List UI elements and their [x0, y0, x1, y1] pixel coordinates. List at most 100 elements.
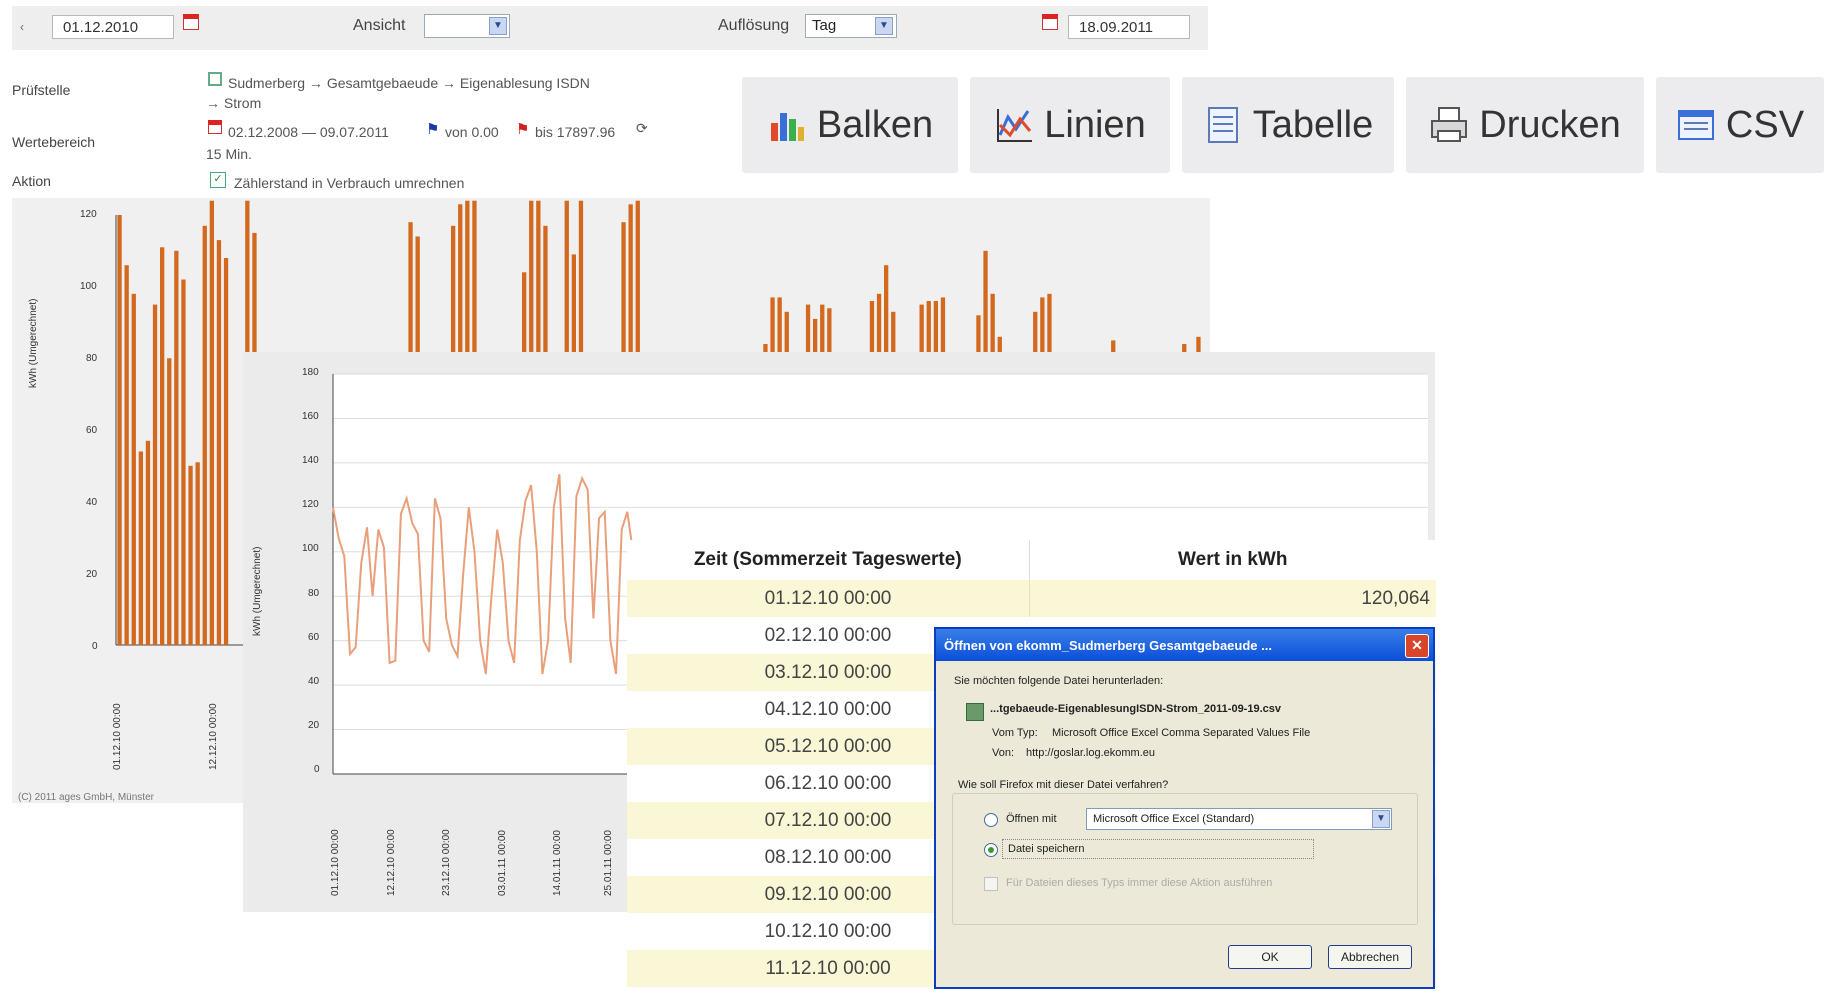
- end-date-field[interactable]: 18.09.2011: [1068, 15, 1190, 39]
- bar: [152, 304, 158, 645]
- line-ytick: 0: [314, 764, 320, 775]
- bar: [209, 200, 214, 645]
- line-ytick: 80: [308, 588, 320, 599]
- flag-icon: ⚑: [516, 121, 530, 138]
- balken-label: Balken: [816, 103, 934, 146]
- chevron-down-icon[interactable]: ▼: [1372, 810, 1390, 828]
- line-xtick: 01.12.10 00:00: [330, 829, 341, 896]
- dialog-filename: ...tgebaeude-EigenablesungISDN-Strom_201…: [990, 703, 1281, 715]
- resolution-select-value: Tag: [812, 17, 837, 34]
- line-chart-ylabel: kWh (Umgerechnet): [252, 546, 263, 636]
- drucken-button[interactable]: Drucken: [1406, 77, 1644, 173]
- drucken-label: Drucken: [1479, 103, 1621, 146]
- bar: [216, 240, 222, 645]
- dialog-from-value: http://goslar.log.ekomm.eu: [1026, 747, 1156, 759]
- balken-button[interactable]: Balken: [742, 77, 958, 173]
- line-ytick: 60: [308, 632, 320, 643]
- bar: [145, 440, 151, 646]
- table-row: 01.12.10 00:00 120,064: [627, 580, 1436, 617]
- checkbox-icon[interactable]: ✓: [210, 172, 226, 188]
- dialog-question: Wie soll Firefox mit dieser Datei verfah…: [958, 779, 1169, 791]
- dialog-titlebar: Öffnen von ekomm_Sudmerberg Gesamtgebaeu…: [936, 629, 1433, 661]
- cell-value: 120,064: [1361, 588, 1430, 609]
- calendar-icon[interactable]: [1042, 14, 1058, 30]
- chevron-down-icon[interactable]: ▼: [875, 17, 893, 35]
- flag-icon: ⚑: [426, 121, 440, 138]
- line-ytick: 140: [302, 455, 319, 466]
- bar-ytick: 20: [86, 569, 98, 580]
- line-xtick: 23.12.10 00:00: [441, 829, 452, 896]
- bar: [138, 451, 143, 645]
- csv-button[interactable]: CSV: [1656, 77, 1824, 173]
- col-header-value: Wert in kWh: [1178, 549, 1288, 570]
- line-xtick: 14.01.11 00:00: [552, 830, 563, 896]
- bar-chart-icon: [770, 113, 804, 141]
- aktion-text: Zählerstand in Verbrauch umrechnen: [234, 175, 465, 191]
- bar-ytick: 60: [86, 425, 98, 436]
- dialog-type-label: Vom Typ:: [992, 727, 1038, 739]
- csv-label: CSV: [1725, 103, 1805, 146]
- table-header: Zeit (Sommerzeit Tageswerte) Wert in kWh: [627, 540, 1436, 580]
- linien-label: Linien: [1044, 103, 1146, 146]
- line-xtick: 25.01.11 00:00: [603, 830, 614, 896]
- open-with-radio[interactable]: [984, 813, 998, 827]
- line-xtick: 12.12.10 00:00: [386, 829, 397, 896]
- open-with-select[interactable]: Microsoft Office Excel (Standard) ▼: [1086, 808, 1392, 830]
- close-icon[interactable]: ✕: [1405, 634, 1429, 658]
- line-ytick: 20: [308, 720, 320, 731]
- bar: [160, 247, 165, 646]
- bar-ytick: 120: [80, 209, 97, 220]
- werte-bis: bis 17897.96: [535, 124, 616, 140]
- open-with-select-value: Microsoft Office Excel (Standard): [1093, 813, 1255, 825]
- ok-button[interactable]: OK: [1228, 945, 1312, 969]
- save-file-label: Datei speichern: [1008, 843, 1085, 855]
- cell-time: 01.12.10 00:00: [627, 580, 1030, 617]
- bar: [124, 265, 129, 645]
- line-ytick: 120: [302, 499, 319, 510]
- always-label: Für Dateien dieses Typs immer diese Akti…: [1006, 877, 1273, 889]
- resolution-label: Auflösung: [718, 17, 790, 34]
- radio-dot: [988, 847, 994, 853]
- line-ytick: 180: [302, 367, 319, 378]
- bar-ytick: 40: [86, 497, 98, 508]
- bar: [131, 293, 136, 645]
- werte-von: von 0.00: [445, 124, 499, 140]
- bar: [117, 215, 122, 645]
- line-xtick: 03.01.11 00:00: [497, 830, 508, 896]
- open-with-label: Öffnen mit: [1006, 813, 1057, 825]
- save-file-icon: [966, 703, 984, 721]
- bar: [167, 358, 172, 645]
- bar: [202, 225, 207, 646]
- bar: [174, 250, 179, 646]
- cancel-button[interactable]: Abbrechen: [1328, 945, 1412, 969]
- save-file-radio[interactable]: [984, 843, 998, 857]
- always-checkbox[interactable]: [984, 877, 998, 891]
- calendar-icon[interactable]: [183, 14, 199, 30]
- linien-button[interactable]: Linien: [970, 77, 1170, 173]
- csv-icon: [1677, 110, 1714, 140]
- wertebereich-label: Wertebereich: [12, 134, 96, 150]
- line-ytick: 100: [302, 543, 319, 554]
- line-ytick: 160: [302, 411, 319, 422]
- bar: [188, 465, 193, 645]
- bar: [223, 258, 229, 645]
- bar: [181, 279, 186, 645]
- bar: [195, 462, 200, 646]
- aktion-label: Aktion: [12, 173, 51, 189]
- start-date-field[interactable]: 01.12.2010: [52, 15, 174, 39]
- copyright-footer: (C) 2011 ages GmbH, Münster: [18, 792, 154, 803]
- chevron-down-icon[interactable]: ▼: [489, 17, 507, 35]
- bar-ytick: 100: [80, 281, 97, 292]
- bar-ytick: 80: [86, 353, 98, 364]
- bar-chart-ylabel: kWh (Umgerechnet): [28, 298, 39, 388]
- prev-arrow-icon[interactable]: ‹: [20, 20, 24, 34]
- refresh-icon[interactable]: ⟳: [636, 120, 648, 137]
- messstelle-path: Sudmerberg → Gesamtgebaeude → Eigenables…: [228, 75, 590, 91]
- col-header-time: Zeit (Sommerzeit Tageswerte): [627, 540, 1030, 580]
- werte-range: 02.12.2008 — 09.07.2011: [228, 124, 389, 140]
- dialog-intro: Sie möchten folgende Datei herunterladen…: [954, 675, 1164, 687]
- bar-xtick: 01.12.10 00:00: [112, 703, 123, 770]
- tabelle-button[interactable]: Tabelle: [1182, 77, 1394, 173]
- line-chart-icon: [997, 109, 1033, 142]
- dialog-type-value: Microsoft Office Excel Comma Separated V…: [1052, 727, 1311, 739]
